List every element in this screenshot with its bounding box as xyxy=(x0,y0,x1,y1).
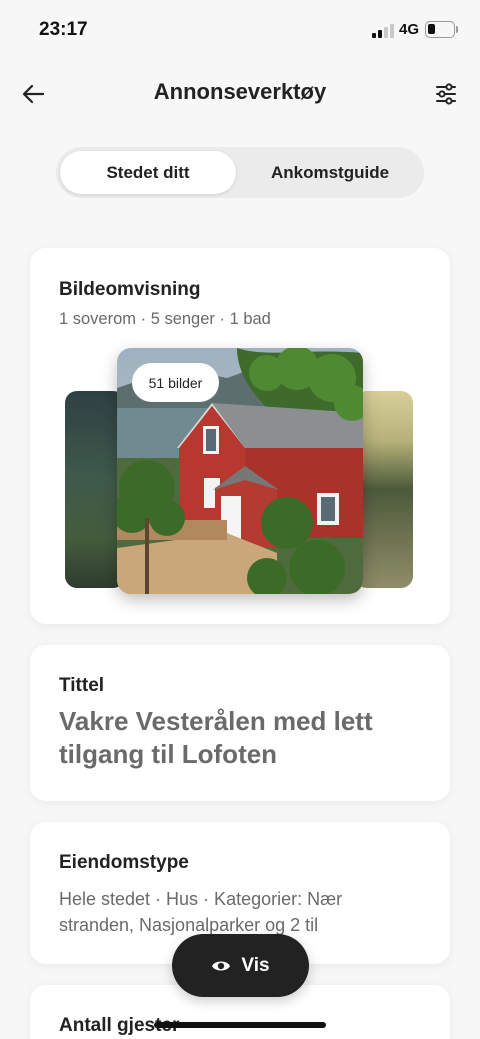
battery-icon xyxy=(425,21,455,38)
battery-tip xyxy=(456,26,458,33)
eye-icon xyxy=(212,961,231,970)
property-type-heading: Eiendomstype xyxy=(59,852,189,873)
preview-button[interactable]: Vis xyxy=(172,934,309,997)
page-title: Annonseverktøy xyxy=(153,79,327,104)
photo-thumbnail-right xyxy=(355,391,413,588)
property-type-value: Hele stedet · Hus · Kategorier: Nær stra… xyxy=(59,889,343,935)
home-indicator[interactable] xyxy=(154,1022,326,1028)
tab-switcher: Stedet ditt Ankomstguide xyxy=(56,147,424,198)
photo-tour-card[interactable]: Bildeomvisning 1 soverom · 5 senger · 1 … xyxy=(30,248,450,624)
settings-button[interactable] xyxy=(432,80,460,108)
title-heading: Tittel xyxy=(59,675,105,696)
photo-stack: 51 bilder xyxy=(30,248,450,624)
tab-ankomstguide[interactable]: Ankomstguide xyxy=(240,151,420,194)
header: Annonseverktøy xyxy=(0,60,480,130)
tab-stedet-ditt[interactable]: Stedet ditt xyxy=(60,151,236,194)
photo-thumbnail-left xyxy=(65,391,125,588)
network-label: 4G xyxy=(399,21,420,38)
status-time: 23:17 xyxy=(39,19,88,40)
title-card[interactable]: Tittel Vakre Vesterålen med lett tilgang… xyxy=(30,645,450,801)
sliders-icon xyxy=(436,83,456,105)
listing-title: Vakre Vesterålen med lett tilgang til Lo… xyxy=(59,706,373,769)
photo-count-badge: 51 bilder xyxy=(132,363,219,402)
status-bar: 23:17 4G xyxy=(0,0,480,60)
signal-icon xyxy=(372,24,394,38)
preview-button-label: Vis xyxy=(241,954,270,976)
